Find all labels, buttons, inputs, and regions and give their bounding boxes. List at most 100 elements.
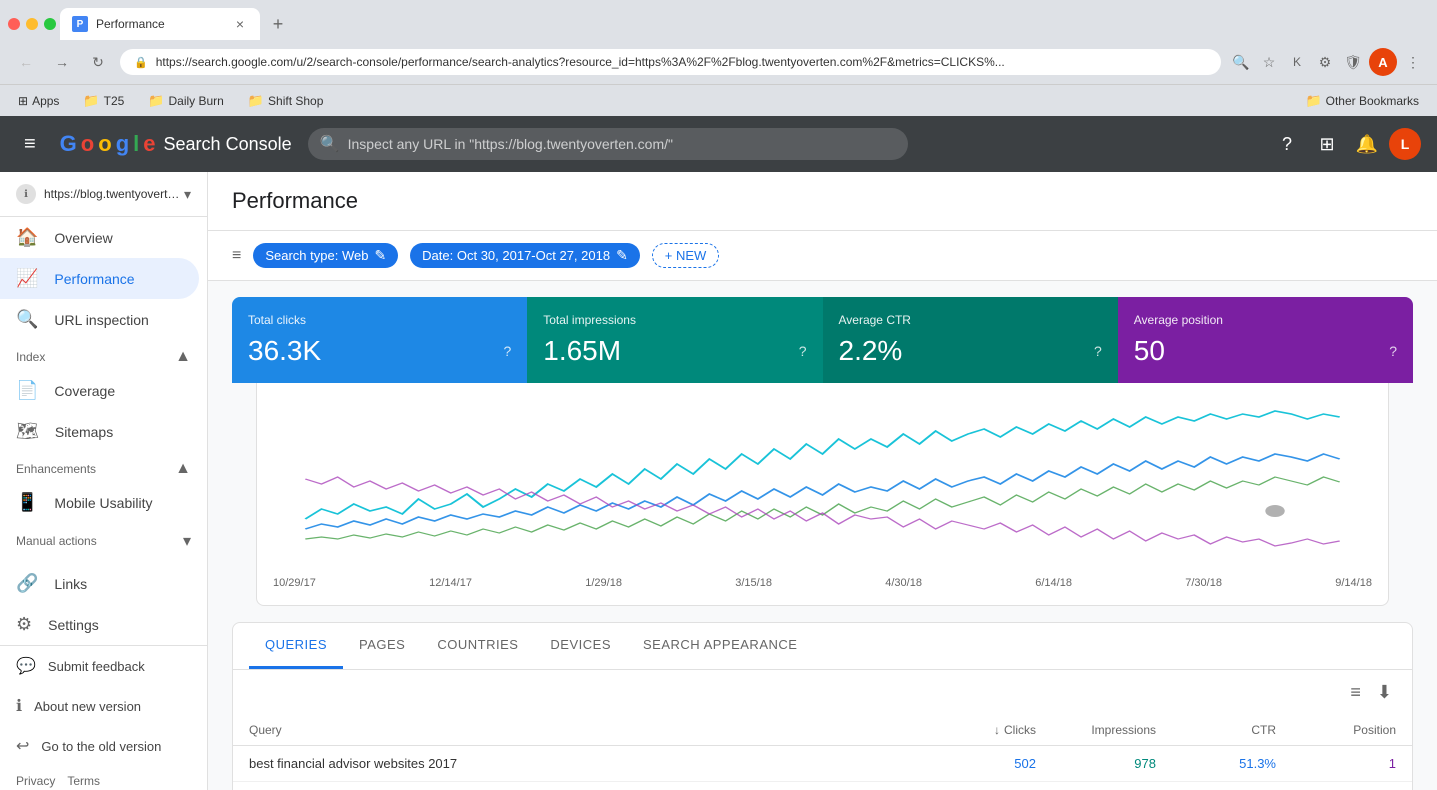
address-bar-icons: 🔍 ☆ K ⚙ 🛡 A ⋮ <box>1229 48 1425 76</box>
sidebar-item-coverage[interactable]: 📄 Coverage <box>0 370 199 411</box>
metric-card-position[interactable]: Average position 50 ? <box>1118 297 1413 383</box>
mobile-icon: 📱 <box>16 492 38 513</box>
url-input[interactable]: 🔒 https://search.google.com/u/2/search-c… <box>120 49 1221 75</box>
td-clicks: 502 <box>916 756 1036 771</box>
url-search-input[interactable] <box>308 128 908 160</box>
bookmarks-t25[interactable]: 📁 T25 <box>77 91 130 111</box>
table-row[interactable]: best financial advisor websites 2017 502… <box>233 746 1412 782</box>
clicks-help-icon[interactable]: ? <box>503 343 511 359</box>
impressions-help-icon[interactable]: ? <box>799 343 807 359</box>
search-type-filter[interactable]: Search type: Web ✎ <box>253 243 398 268</box>
sidebar-item-performance[interactable]: 📈 Performance <box>0 258 199 299</box>
bookmarks-daily-burn[interactable]: 📁 Daily Burn <box>142 91 230 111</box>
tab-close-button[interactable]: × <box>232 16 248 32</box>
site-selector[interactable]: ℹ https://blog.twentyoverten.co... ▾ <box>0 172 207 217</box>
tab-pages[interactable]: PAGES <box>343 623 421 669</box>
sort-down-icon: ↓ <box>994 723 1000 737</box>
metric-card-impressions[interactable]: Total impressions 1.65M ? <box>527 297 822 383</box>
date-filter[interactable]: Date: Oct 30, 2017-Oct 27, 2018 ✎ <box>410 243 640 268</box>
sidebar-item-settings[interactable]: ⚙ Settings <box>0 604 199 645</box>
bookmarks-apps[interactable]: ⊞ Apps <box>12 92 65 110</box>
profile-sync-icon[interactable]: K <box>1285 50 1309 74</box>
table-header: Query ↓ Clicks Impressions CTR Position <box>233 715 1412 746</box>
shield-icon[interactable]: 🛡 <box>1341 50 1365 74</box>
help-button[interactable]: ? <box>1269 126 1305 162</box>
tab-countries[interactable]: COUNTRIES <box>421 623 534 669</box>
privacy-link[interactable]: Privacy <box>16 774 55 788</box>
links-icon: 🔗 <box>16 573 38 594</box>
minimize-window-button[interactable] <box>26 18 38 30</box>
tab-queries[interactable]: QUERIES <box>249 623 343 669</box>
menu-icon[interactable]: ⋮ <box>1401 50 1425 74</box>
user-avatar[interactable]: L <box>1389 128 1421 160</box>
maximize-window-button[interactable] <box>44 18 56 30</box>
lock-icon: 🔒 <box>134 56 148 69</box>
metric-card-clicks[interactable]: Total clicks 36.3K ? <box>232 297 527 383</box>
profile-avatar[interactable]: A <box>1369 48 1397 76</box>
info-icon: ℹ <box>16 696 22 716</box>
notifications-button[interactable]: 🔔 <box>1349 126 1385 162</box>
enhancements-section-toggle[interactable]: ▲ <box>175 460 191 478</box>
sidebar-item-mobile-usability[interactable]: 📱 Mobile Usability <box>0 482 199 523</box>
logo-text: Search Console <box>164 134 292 155</box>
table-row[interactable]: best financial advisor websites 482 2,22… <box>233 782 1412 790</box>
search-icon[interactable]: 🔍 <box>1229 50 1253 74</box>
chart-area <box>273 399 1372 569</box>
table-actions: ≡ ⬇ <box>233 670 1412 715</box>
performance-chart[interactable]: 10/29/17 12/14/17 1/29/18 3/15/18 4/30/1… <box>256 383 1389 606</box>
about-new-version-button[interactable]: ℹ About new version <box>0 686 207 726</box>
ctr-help-icon[interactable]: ? <box>1094 343 1102 359</box>
new-filter-button[interactable]: + NEW <box>652 243 720 268</box>
chart-svg <box>273 399 1372 559</box>
th-ctr[interactable]: CTR <box>1156 723 1276 737</box>
browser-chrome: P Performance × + ← → ↻ 🔒 https://search… <box>0 0 1437 116</box>
sidebar-item-links[interactable]: 🔗 Links <box>0 563 199 604</box>
go-to-old-version-button[interactable]: ↩ Go to the old version <box>0 726 207 766</box>
td-ctr: 51.3% <box>1156 756 1276 771</box>
other-bookmarks[interactable]: 📁 Other Bookmarks <box>1299 91 1425 111</box>
settings-icon: ⚙ <box>16 614 32 635</box>
bookmark-icon[interactable]: ☆ <box>1257 50 1281 74</box>
bookmarks-shift-shop[interactable]: 📁 Shift Shop <box>242 91 330 111</box>
index-section-toggle[interactable]: ▲ <box>175 348 191 366</box>
sidebar-item-overview[interactable]: 🏠 Overview <box>0 217 199 258</box>
back-button[interactable]: ← <box>12 48 40 76</box>
sidebar-item-url-inspection[interactable]: 🔍 URL inspection <box>0 299 199 340</box>
filter-bar: ≡ Search type: Web ✎ Date: Oct 30, 2017-… <box>208 231 1437 281</box>
enhancements-section-header: Enhancements ▲ <box>0 452 207 482</box>
address-bar: ← → ↻ 🔒 https://search.google.com/u/2/se… <box>0 40 1437 84</box>
th-clicks[interactable]: ↓ Clicks <box>916 723 1036 737</box>
url-search-bar[interactable]: 🔍 <box>308 128 908 160</box>
manual-actions-section-toggle[interactable]: ▾ <box>183 531 191 551</box>
position-help-icon[interactable]: ? <box>1389 343 1397 359</box>
submit-feedback-button[interactable]: 💬 Submit feedback <box>0 646 207 686</box>
filter-table-button[interactable]: ≡ <box>1346 678 1365 707</box>
tab-search-appearance[interactable]: SEARCH APPEARANCE <box>627 623 813 669</box>
download-button[interactable]: ⬇ <box>1373 678 1396 707</box>
metric-card-ctr[interactable]: Average CTR 2.2% ? <box>823 297 1118 383</box>
close-window-button[interactable] <box>8 18 20 30</box>
refresh-button[interactable]: ↻ <box>84 48 112 76</box>
tab-favicon: P <box>72 16 88 32</box>
table-section: QUERIES PAGES COUNTRIES DEVICES SEARCH A… <box>232 622 1413 790</box>
terms-link[interactable]: Terms <box>67 774 100 788</box>
filter-icon[interactable]: ≡ <box>232 247 241 265</box>
chart-x-labels: 10/29/17 12/14/17 1/29/18 3/15/18 4/30/1… <box>273 569 1372 589</box>
forward-button[interactable]: → <box>48 48 76 76</box>
tab-devices[interactable]: DEVICES <box>534 623 627 669</box>
apps-grid-button[interactable]: ⊞ <box>1309 126 1345 162</box>
metrics-cards: Total clicks 36.3K ? Total impressions 1… <box>232 297 1413 383</box>
th-impressions[interactable]: Impressions <box>1036 723 1156 737</box>
sidebar-footer: 💬 Submit feedback ℹ About new version ↩ … <box>0 645 207 790</box>
tab-title: Performance <box>96 17 224 31</box>
table-tabs: QUERIES PAGES COUNTRIES DEVICES SEARCH A… <box>233 623 1412 670</box>
new-tab-button[interactable]: + <box>264 10 292 38</box>
sidebar-item-sitemaps[interactable]: 🗺 Sitemaps <box>0 411 199 452</box>
th-position[interactable]: Position <box>1276 723 1396 737</box>
extension-icon[interactable]: ⚙ <box>1313 50 1337 74</box>
td-impressions: 978 <box>1036 756 1156 771</box>
active-tab[interactable]: P Performance × <box>60 8 260 40</box>
tab-bar: P Performance × + <box>0 0 1437 40</box>
url-text: https://search.google.com/u/2/search-con… <box>156 55 1207 69</box>
hamburger-menu[interactable]: ≡ <box>16 125 44 164</box>
